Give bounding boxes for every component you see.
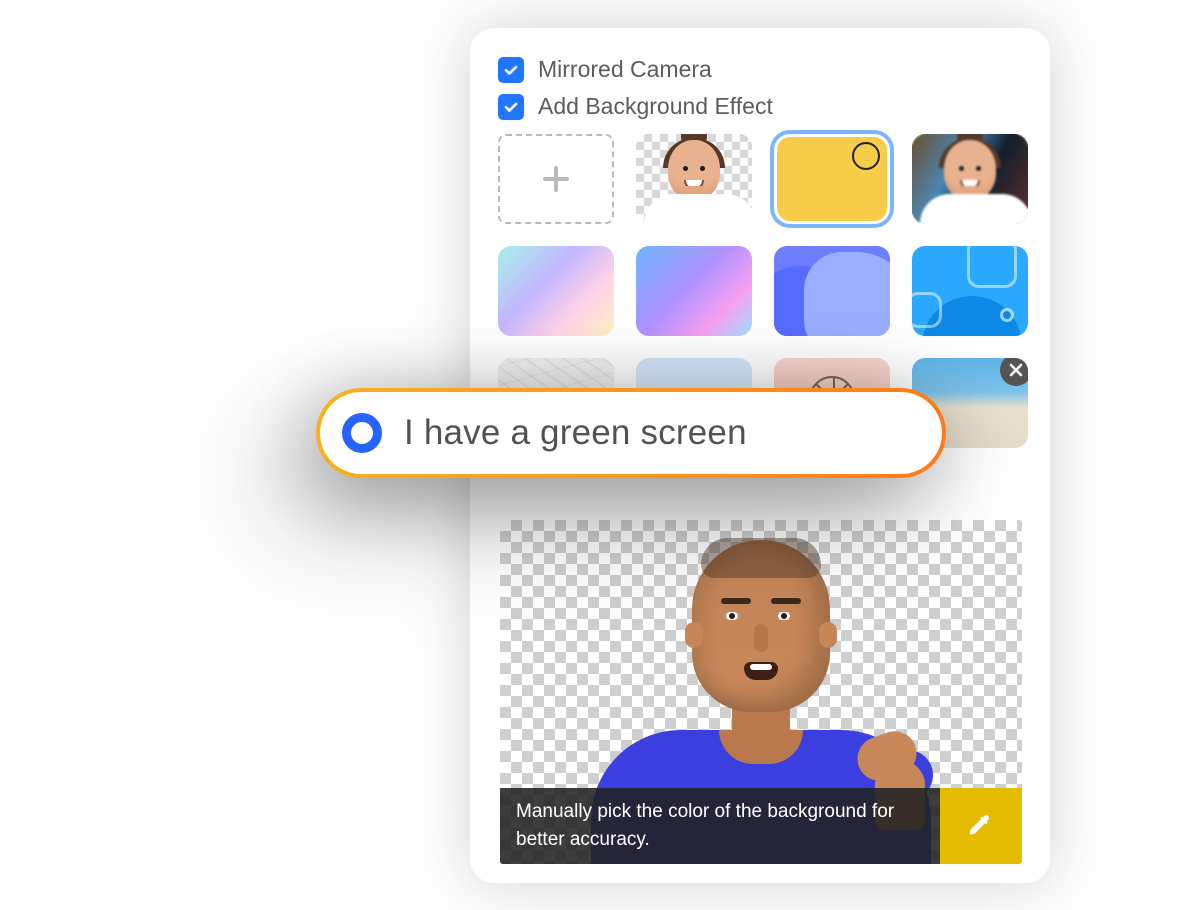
green-screen-option[interactable]: I have a green screen — [320, 392, 942, 474]
mirrored-camera-checkbox[interactable] — [498, 57, 524, 83]
check-icon — [503, 99, 519, 115]
color-picker-button[interactable] — [940, 788, 1022, 864]
close-icon — [1009, 363, 1023, 377]
bg-effect-checkbox[interactable] — [498, 94, 524, 120]
mirrored-camera-label: Mirrored Camera — [538, 56, 712, 83]
bg-tile-abstract-cyan[interactable] — [912, 246, 1028, 336]
selected-ring-icon — [852, 142, 880, 170]
check-icon — [503, 62, 519, 78]
preview-footer: Manually pick the color of the backgroun… — [500, 788, 1022, 864]
camera-preview: Manually pick the color of the backgroun… — [500, 520, 1022, 864]
eyedropper-icon — [966, 811, 996, 841]
bg-tile-gradient-bluviolet[interactable] — [636, 246, 752, 336]
bg-tile-blur-room[interactable] — [912, 134, 1028, 224]
portrait-glyph — [650, 134, 738, 224]
radio-selected-icon — [342, 413, 382, 453]
bg-effect-label: Add Background Effect — [538, 93, 773, 120]
option-mirrored-camera: Mirrored Camera — [498, 56, 1022, 83]
add-background-tile[interactable] — [498, 134, 614, 224]
portrait-glyph — [926, 134, 1014, 224]
plus-icon — [539, 162, 573, 196]
remove-bg-button[interactable] — [1000, 358, 1028, 386]
bg-tile-remove[interactable] — [636, 134, 752, 224]
option-bg-effect: Add Background Effect — [498, 93, 1022, 120]
bg-tile-gradient-pastel[interactable] — [498, 246, 614, 336]
bg-tile-solid-yellow[interactable] — [774, 134, 890, 224]
bg-tile-abstract-indigo[interactable] — [774, 246, 890, 336]
color-pick-hint: Manually pick the color of the backgroun… — [500, 788, 940, 864]
green-screen-label: I have a green screen — [404, 413, 747, 453]
green-screen-callout: I have a green screen — [316, 388, 946, 478]
